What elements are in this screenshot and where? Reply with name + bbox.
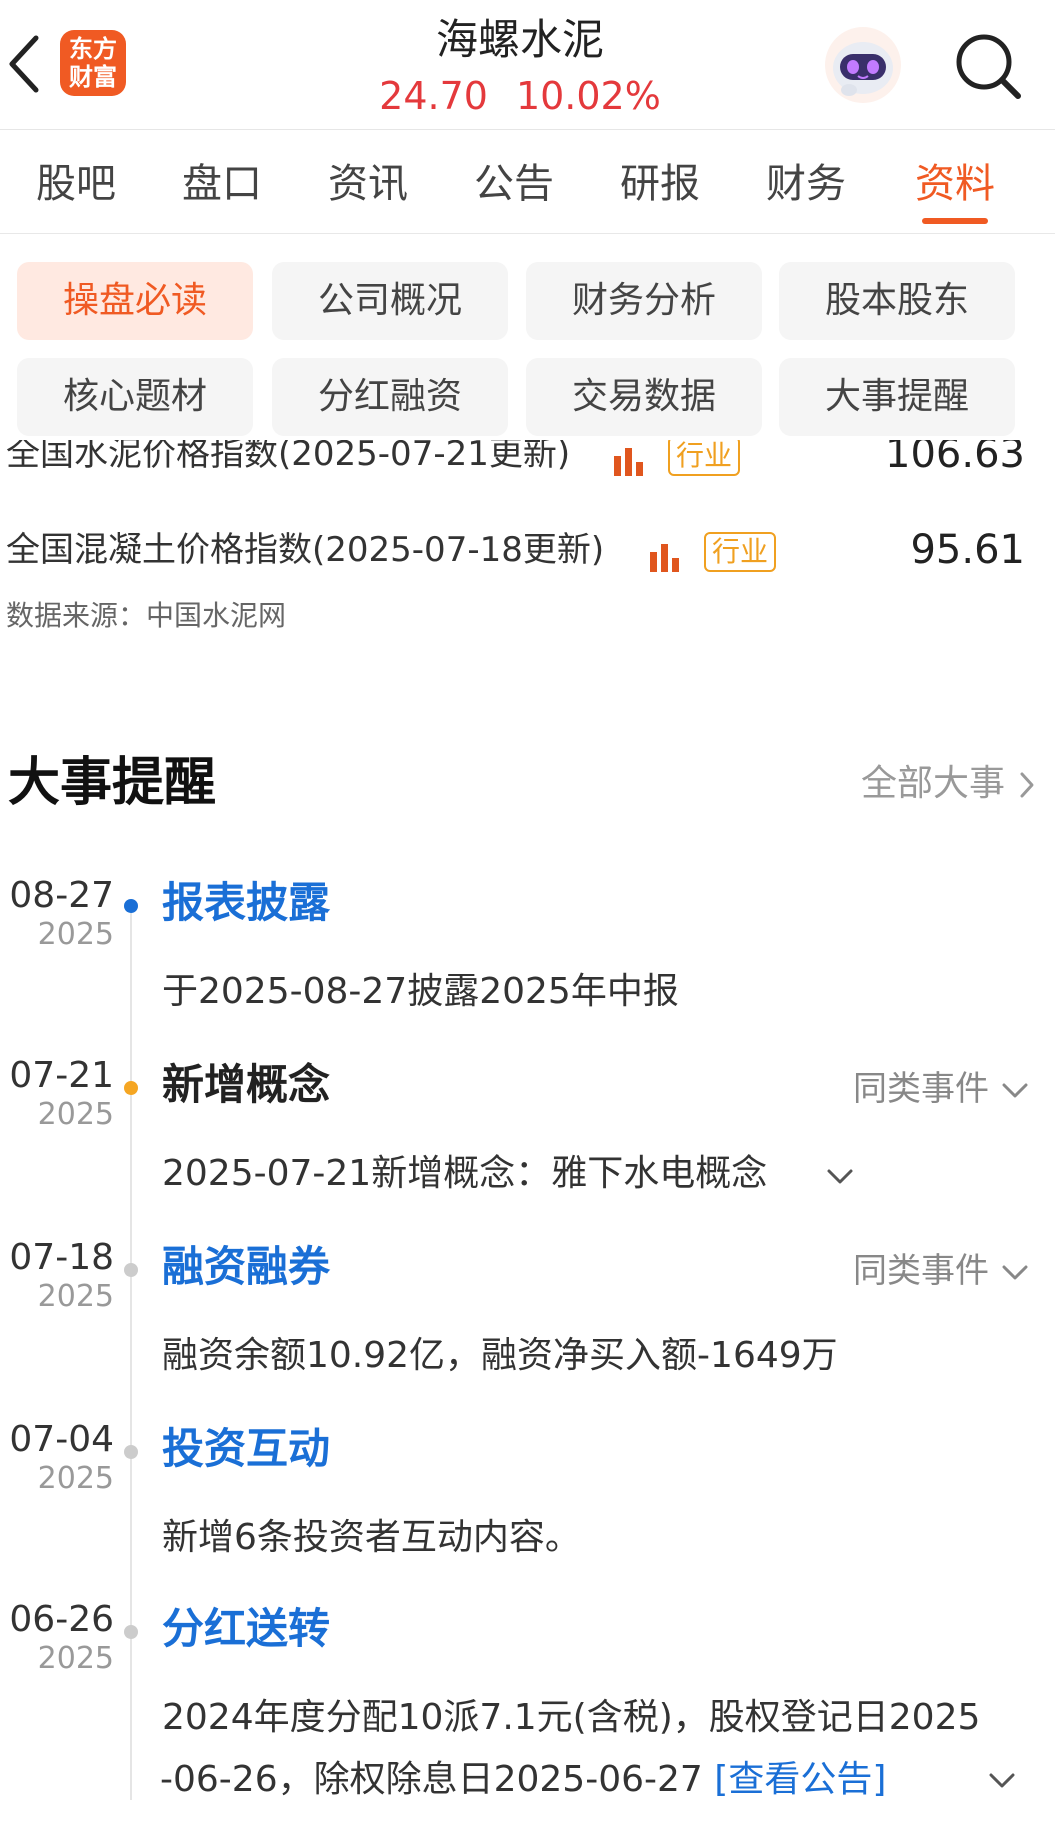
bar-chart-icon[interactable] [648, 542, 682, 572]
view-announcement-link[interactable]: [查看公告] [714, 1759, 886, 1800]
event-year: 2025 [37, 1641, 114, 1676]
top-header: 东方 财富 海螺水泥 24.70 10.02% [0, 0, 1055, 130]
same-type-label: 同类事件 [853, 1251, 989, 1291]
logo-line1: 东方 [69, 35, 117, 63]
chip-major-events[interactable]: 大事提醒 [779, 358, 1015, 436]
index-row[interactable]: 全国混凝土价格指数(2025-07-18更新) 行业 95.61 [0, 520, 1055, 580]
tab-research[interactable]: 研报 [605, 131, 715, 234]
event-body: 于2025-08-27披露2025年中报 [162, 971, 679, 1012]
event-year: 2025 [37, 917, 114, 952]
eastmoney-logo[interactable]: 东方 财富 [60, 30, 126, 96]
index-row[interactable]: 全国水泥价格指数(2025-07-21更新) 行业 106.63 [0, 440, 1055, 484]
event-month-day: 07-18 [9, 1237, 114, 1278]
event-month-day: 07-21 [9, 1055, 114, 1096]
chip-shareholders[interactable]: 股本股东 [779, 262, 1015, 340]
event-body: 融资余额10.92亿，融资净买入额-1649万 [162, 1335, 838, 1376]
timeline-dot [124, 1625, 138, 1639]
chevron-right-icon [1020, 772, 1034, 798]
tab-guba[interactable]: 股吧 [21, 131, 131, 234]
same-type-events-button[interactable]: 同类事件 [853, 1064, 1029, 1114]
stock-price: 24.70 [379, 74, 488, 118]
event-month-day: 06-26 [9, 1599, 114, 1640]
event-title: 新增概念 [162, 1060, 331, 1109]
tab-profile[interactable]: 资料 [900, 131, 1010, 234]
all-events-link[interactable]: 全部大事 [861, 756, 1035, 812]
stock-quote: 24.70 10.02% [300, 72, 740, 120]
timeline-dot [124, 1445, 138, 1459]
tab-pankou[interactable]: 盘口 [167, 131, 277, 234]
search-button[interactable] [950, 28, 1026, 104]
chevron-down-icon [1002, 1083, 1028, 1097]
stock-title-block: 海螺水泥 24.70 10.02% [300, 12, 740, 120]
chevron-down-icon[interactable] [826, 1168, 854, 1186]
assistant-button[interactable] [822, 24, 904, 106]
timeline-dot [124, 1081, 138, 1095]
main-tabs: 股吧 盘口 资讯 公告 研报 财务 资料 [0, 131, 1055, 234]
timeline-dot [124, 899, 138, 913]
chip-financial-analysis[interactable]: 财务分析 [526, 262, 762, 340]
chip-trading-data[interactable]: 交易数据 [526, 358, 762, 436]
tab-finance[interactable]: 财务 [751, 131, 861, 234]
index-label: 全国混凝土价格指数(2025-07-18更新) [6, 530, 605, 570]
tab-news[interactable]: 资讯 [313, 131, 423, 234]
all-events-label: 全部大事 [860, 763, 1005, 804]
back-arrow-icon [9, 35, 39, 93]
event-title[interactable]: 投资互动 [162, 1422, 330, 1476]
event-body-text: 2025-07-21新增概念：雅下水电概念 [162, 1153, 768, 1194]
event-month-day: 07-04 [9, 1419, 114, 1460]
event-title[interactable]: 融资融券 [162, 1240, 330, 1294]
event-year: 2025 [37, 1097, 114, 1132]
chip-company-overview[interactable]: 公司概况 [272, 262, 508, 340]
event-date: 07-21 2025 [6, 1056, 114, 1134]
stock-name: 海螺水泥 [435, 15, 604, 64]
robot-avatar-icon [825, 27, 901, 103]
industry-tag: 行业 [668, 440, 740, 476]
data-source-note: 数据来源：中国水泥网 [6, 599, 287, 632]
index-label: 全国水泥价格指数(2025-07-21更新) [6, 440, 571, 474]
search-icon [956, 34, 1021, 99]
chip-must-read[interactable]: 操盘必读 [17, 262, 253, 340]
event-body-line1: 2024年度分配10派7.1元(含税)，股权登记日2025 [162, 1697, 981, 1738]
event-date: 06-26 2025 [6, 1600, 114, 1678]
chevron-down-icon[interactable] [988, 1772, 1016, 1790]
event-title[interactable]: 报表披露 [162, 876, 330, 930]
index-value: 106.63 [885, 440, 1025, 477]
event-date: 07-18 2025 [6, 1238, 114, 1316]
section-title: 大事提醒 [8, 753, 217, 813]
back-button[interactable] [0, 20, 50, 110]
event-date: 07-04 2025 [6, 1420, 114, 1498]
chip-dividend-financing[interactable]: 分红融资 [272, 358, 508, 436]
same-type-events-button[interactable]: 同类事件 [853, 1246, 1029, 1296]
tab-announcements[interactable]: 公告 [459, 131, 569, 234]
chevron-down-icon [1002, 1265, 1028, 1279]
event-year: 2025 [37, 1461, 114, 1496]
event-title[interactable]: 分红送转 [162, 1602, 330, 1656]
same-type-label: 同类事件 [853, 1069, 989, 1109]
index-row-clip: 全国水泥价格指数(2025-07-21更新) 行业 106.63 [0, 440, 1055, 500]
event-body: 新增6条投资者互动内容。 [162, 1517, 581, 1558]
chip-core-themes[interactable]: 核心题材 [17, 358, 253, 436]
bar-chart-icon[interactable] [612, 446, 646, 476]
event-body-line2: -06-26，除权除息日2025-06-27 [查看公告] [160, 1750, 886, 1810]
event-month-day: 08-27 [9, 875, 114, 916]
industry-tag: 行业 [704, 532, 776, 572]
timeline-dot [124, 1263, 138, 1277]
event-body: 2025-07-21新增概念：雅下水电概念 [162, 1144, 767, 1204]
stock-change-pct: 10.02% [515, 74, 661, 118]
timeline-line [130, 900, 132, 1800]
event-date: 08-27 2025 [6, 876, 114, 954]
event-body-text: -06-26，除权除息日2025-06-27 [160, 1759, 703, 1800]
index-value: 95.61 [910, 527, 1025, 573]
logo-line2: 财富 [69, 63, 117, 91]
event-year: 2025 [37, 1279, 114, 1314]
